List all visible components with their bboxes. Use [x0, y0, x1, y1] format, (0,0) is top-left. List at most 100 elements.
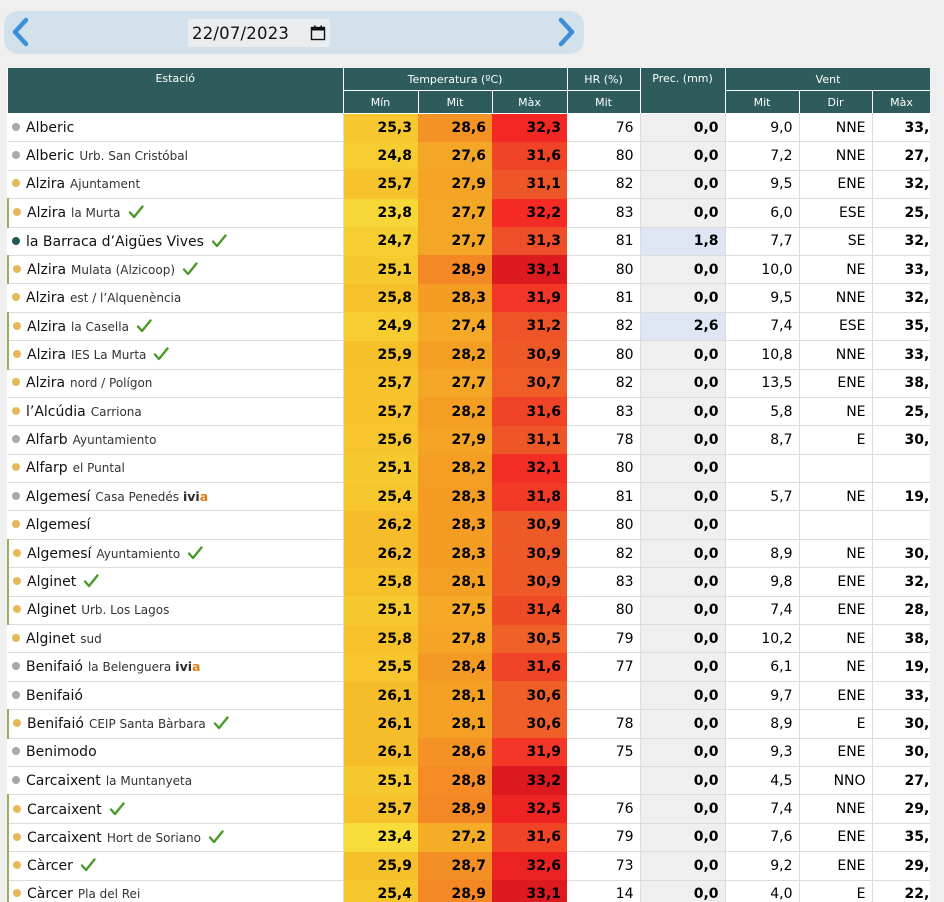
- weather-table-container[interactable]: Estació Temperatura (ºC) HR (%) Prec. (m…: [7, 68, 930, 902]
- station-cell[interactable]: Alzira Mulata (Alzicoop): [7, 255, 344, 285]
- precipitation-cell: 0,0: [640, 851, 726, 881]
- table-row[interactable]: Alginet sud 25,827,830,5790,010,2NE38,5: [8, 624, 930, 654]
- station-cell[interactable]: l’Alcúdia Carriona: [8, 397, 344, 427]
- wind-avg-cell: 9,3: [725, 738, 800, 767]
- table-row[interactable]: Algemesí Ayuntamiento 26,2 28,3 30,9 82 0,0 8,9…: [7, 539, 930, 569]
- station-cell[interactable]: Càrcer: [7, 851, 344, 881]
- station-cell[interactable]: Alzira la Murta: [7, 198, 344, 228]
- station-cell[interactable]: la Barraca d’Aigües Vives: [8, 227, 344, 256]
- station-cell[interactable]: Alberic Urb. San Cristóbal: [8, 141, 344, 171]
- header-hr-avg[interactable]: Mit: [567, 90, 641, 114]
- station-cell[interactable]: Alzira nord / Polígon: [8, 369, 344, 398]
- table-row[interactable]: Carcaixent la Muntanyeta 25,1 28,8 33,2 0,0 4,…: [8, 766, 930, 796]
- precipitation-cell: 0,0: [640, 823, 726, 853]
- station-cell[interactable]: Benifaió la Belenguera ivia: [8, 652, 344, 682]
- table-row[interactable]: Alzira est / l’Alquenència 25,8 28,3 31,9 81 0…: [8, 283, 930, 313]
- temp-avg-cell: 28,6: [418, 113, 492, 142]
- temp-avg-cell: 28,1: [418, 681, 492, 710]
- table-row[interactable]: Alzira Ajuntament 25,7 27,9 31,1 82 0,0 9,5 ENE 3…: [8, 170, 930, 200]
- status-dot-icon: [12, 378, 20, 387]
- status-dot-icon: [12, 491, 20, 500]
- station-cell[interactable]: Alzira IES La Murta: [7, 340, 344, 370]
- table-row[interactable]: Alberic Urb. San Cristóbal 24,8 27,6 31,6 80 0…: [8, 141, 930, 171]
- table-row[interactable]: Alzira IES La Murta 25,9 28,2 30,9 80 0,0 10,8 N…: [7, 340, 930, 370]
- wind-dir-cell: ESE: [799, 198, 873, 228]
- table-row[interactable]: Alginet Urb. Los Lagos 25,1 27,5 31,4 80 0,0 7,…: [7, 596, 930, 626]
- station-cell[interactable]: Càrcer Pla del Rei: [7, 880, 344, 902]
- table-row[interactable]: l’Alcúdia Carriona 25,7 28,2 31,6 83 0,0 5,8 NE 2…: [8, 397, 930, 427]
- header-temp-max[interactable]: Màx: [492, 90, 568, 114]
- station-cell[interactable]: Alginet: [7, 567, 344, 597]
- status-dot-icon: [12, 406, 20, 415]
- table-row[interactable]: Benifaió CEIP Santa Bàrbara 26,1 28,1 30,6 78…: [7, 709, 930, 739]
- wind-avg-cell: 9,2: [725, 851, 800, 881]
- wind-max-cell: 33,8: [872, 113, 930, 143]
- station-cell[interactable]: Alzira la Casella: [7, 312, 344, 342]
- verified-check-icon: [188, 546, 203, 560]
- table-row[interactable]: Alzira Mulata (Alzicoop) 25,1 28,9 33,1 80 0,0…: [7, 255, 930, 285]
- table-row[interactable]: Benifaió la Belenguera ivia 25,5 28,4 31,6 77 0…: [8, 652, 930, 682]
- wind-avg-cell: 7,4: [725, 596, 800, 626]
- wind-avg-cell: 5,8: [725, 397, 800, 427]
- station-location: est / l’Alquenència: [70, 291, 182, 306]
- table-row[interactable]: Càrcer Pla del Rei 25,4 28,9 33,1 14 0,0 4,0 E 22…: [7, 880, 930, 902]
- temp-avg-cell: 28,6: [418, 738, 492, 767]
- table-row[interactable]: la Barraca d’Aigües Vives 24,7 27,7 31,3 81 1…: [8, 227, 930, 256]
- header-temp-min[interactable]: Mín: [343, 90, 419, 114]
- wind-avg-cell: 8,9: [725, 709, 800, 739]
- table-row[interactable]: Alfarp el Puntal 25,1 28,2 32,1 80 0,0: [8, 454, 930, 484]
- station-cell[interactable]: Carcaixent Hort de Soriano: [7, 823, 344, 853]
- previous-day-button[interactable]: [7, 17, 35, 47]
- table-row[interactable]: Algemesí Casa Penedés ivia 25,4 28,3 31,8 81 0,…: [8, 482, 930, 512]
- wind-max-cell: 25,7: [872, 397, 930, 427]
- header-wind-max[interactable]: Màx: [872, 90, 930, 114]
- station-cell[interactable]: Alzira Ajuntament: [8, 170, 344, 200]
- header-temp-avg[interactable]: Mit: [418, 90, 493, 114]
- table-row[interactable]: Càrcer 25,928,732,6730,09,2ENE29,0: [7, 851, 930, 881]
- table-row[interactable]: Benifaió 26,128,130,6 0,09,7ENE33,8: [8, 681, 930, 711]
- table-row[interactable]: Benimodo 26,128,631,9750,09,3ENE30,6: [8, 738, 930, 767]
- station-cell[interactable]: Alberic: [8, 113, 344, 143]
- date-input[interactable]: 22/07/2023: [188, 19, 330, 47]
- station-cell[interactable]: Benimodo: [8, 738, 344, 767]
- station-cell[interactable]: Benifaió CEIP Santa Bàrbara: [7, 709, 344, 739]
- precipitation-cell: 0,0: [640, 425, 726, 455]
- station-cell[interactable]: Algemesí Ayuntamiento: [7, 539, 344, 569]
- next-day-button[interactable]: [552, 17, 580, 47]
- wind-avg-cell: 9,5: [725, 283, 800, 313]
- station-cell[interactable]: Alginet Urb. Los Lagos: [7, 596, 344, 626]
- temp-min-cell: 25,7: [343, 397, 418, 426]
- header-prec[interactable]: Prec. (mm): [640, 68, 726, 114]
- table-row[interactable]: Carcaixent Hort de Soriano 23,4 27,2 31,6 79 0…: [7, 823, 930, 853]
- temp-min-cell: 26,2: [343, 539, 418, 568]
- wind-dir-cell: NE: [799, 482, 873, 512]
- header-wind-dir[interactable]: Dir: [799, 90, 873, 114]
- wind-max-cell: 25,7: [872, 198, 930, 228]
- station-cell[interactable]: Alzira est / l’Alquenència: [8, 283, 344, 313]
- station-location: Ajuntament: [70, 177, 141, 192]
- table-row[interactable]: Alzira nord / Polígon 25,7 27,7 30,7 82 0,0 13,…: [8, 369, 930, 398]
- precipitation-cell: 0,0: [640, 198, 726, 228]
- table-row[interactable]: Alzira la Casella 24,9 27,4 31,2 82 2,6 7,4 ESE 3…: [7, 312, 930, 342]
- station-name: Càrcer: [27, 886, 73, 902]
- wind-avg-cell: 9,7: [725, 681, 800, 711]
- station-cell[interactable]: Algemesí: [8, 510, 344, 540]
- table-row[interactable]: Alberic 25,328,632,3760,09,0NNE33,8: [8, 113, 930, 143]
- table-row[interactable]: Carcaixent 25,728,932,5760,07,4NNE29,0: [7, 794, 930, 824]
- table-row[interactable]: Alginet 25,828,130,9830,09,8ENE32,0: [7, 567, 930, 597]
- station-location: la Belenguera: [87, 660, 172, 675]
- station-cell[interactable]: Carcaixent: [7, 794, 344, 824]
- table-row[interactable]: Alzira la Murta 23,8 27,7 32,2 83 0,0 6,0 ESE 25,…: [7, 198, 930, 228]
- station-cell[interactable]: Alfarp el Puntal: [8, 454, 344, 484]
- station-cell[interactable]: Algemesí Casa Penedés ivia: [8, 482, 344, 512]
- station-cell[interactable]: Alginet sud: [8, 624, 344, 654]
- station-cell[interactable]: Alfarb Ayuntamiento: [8, 425, 344, 455]
- header-wind-avg[interactable]: Mit: [725, 90, 800, 114]
- table-row[interactable]: Alfarb Ayuntamiento 25,6 27,9 31,1 78 0,0 8,7 E 3…: [8, 425, 930, 455]
- header-station[interactable]: Estació: [8, 68, 344, 114]
- table-row[interactable]: Algemesí 26,2 28,3 30,9 80 0,0: [8, 510, 930, 540]
- station-cell[interactable]: Carcaixent la Muntanyeta: [8, 766, 344, 796]
- calendar-icon[interactable]: [310, 25, 326, 41]
- station-cell[interactable]: Benifaió: [8, 681, 344, 711]
- temp-min-cell: 26,1: [343, 681, 418, 710]
